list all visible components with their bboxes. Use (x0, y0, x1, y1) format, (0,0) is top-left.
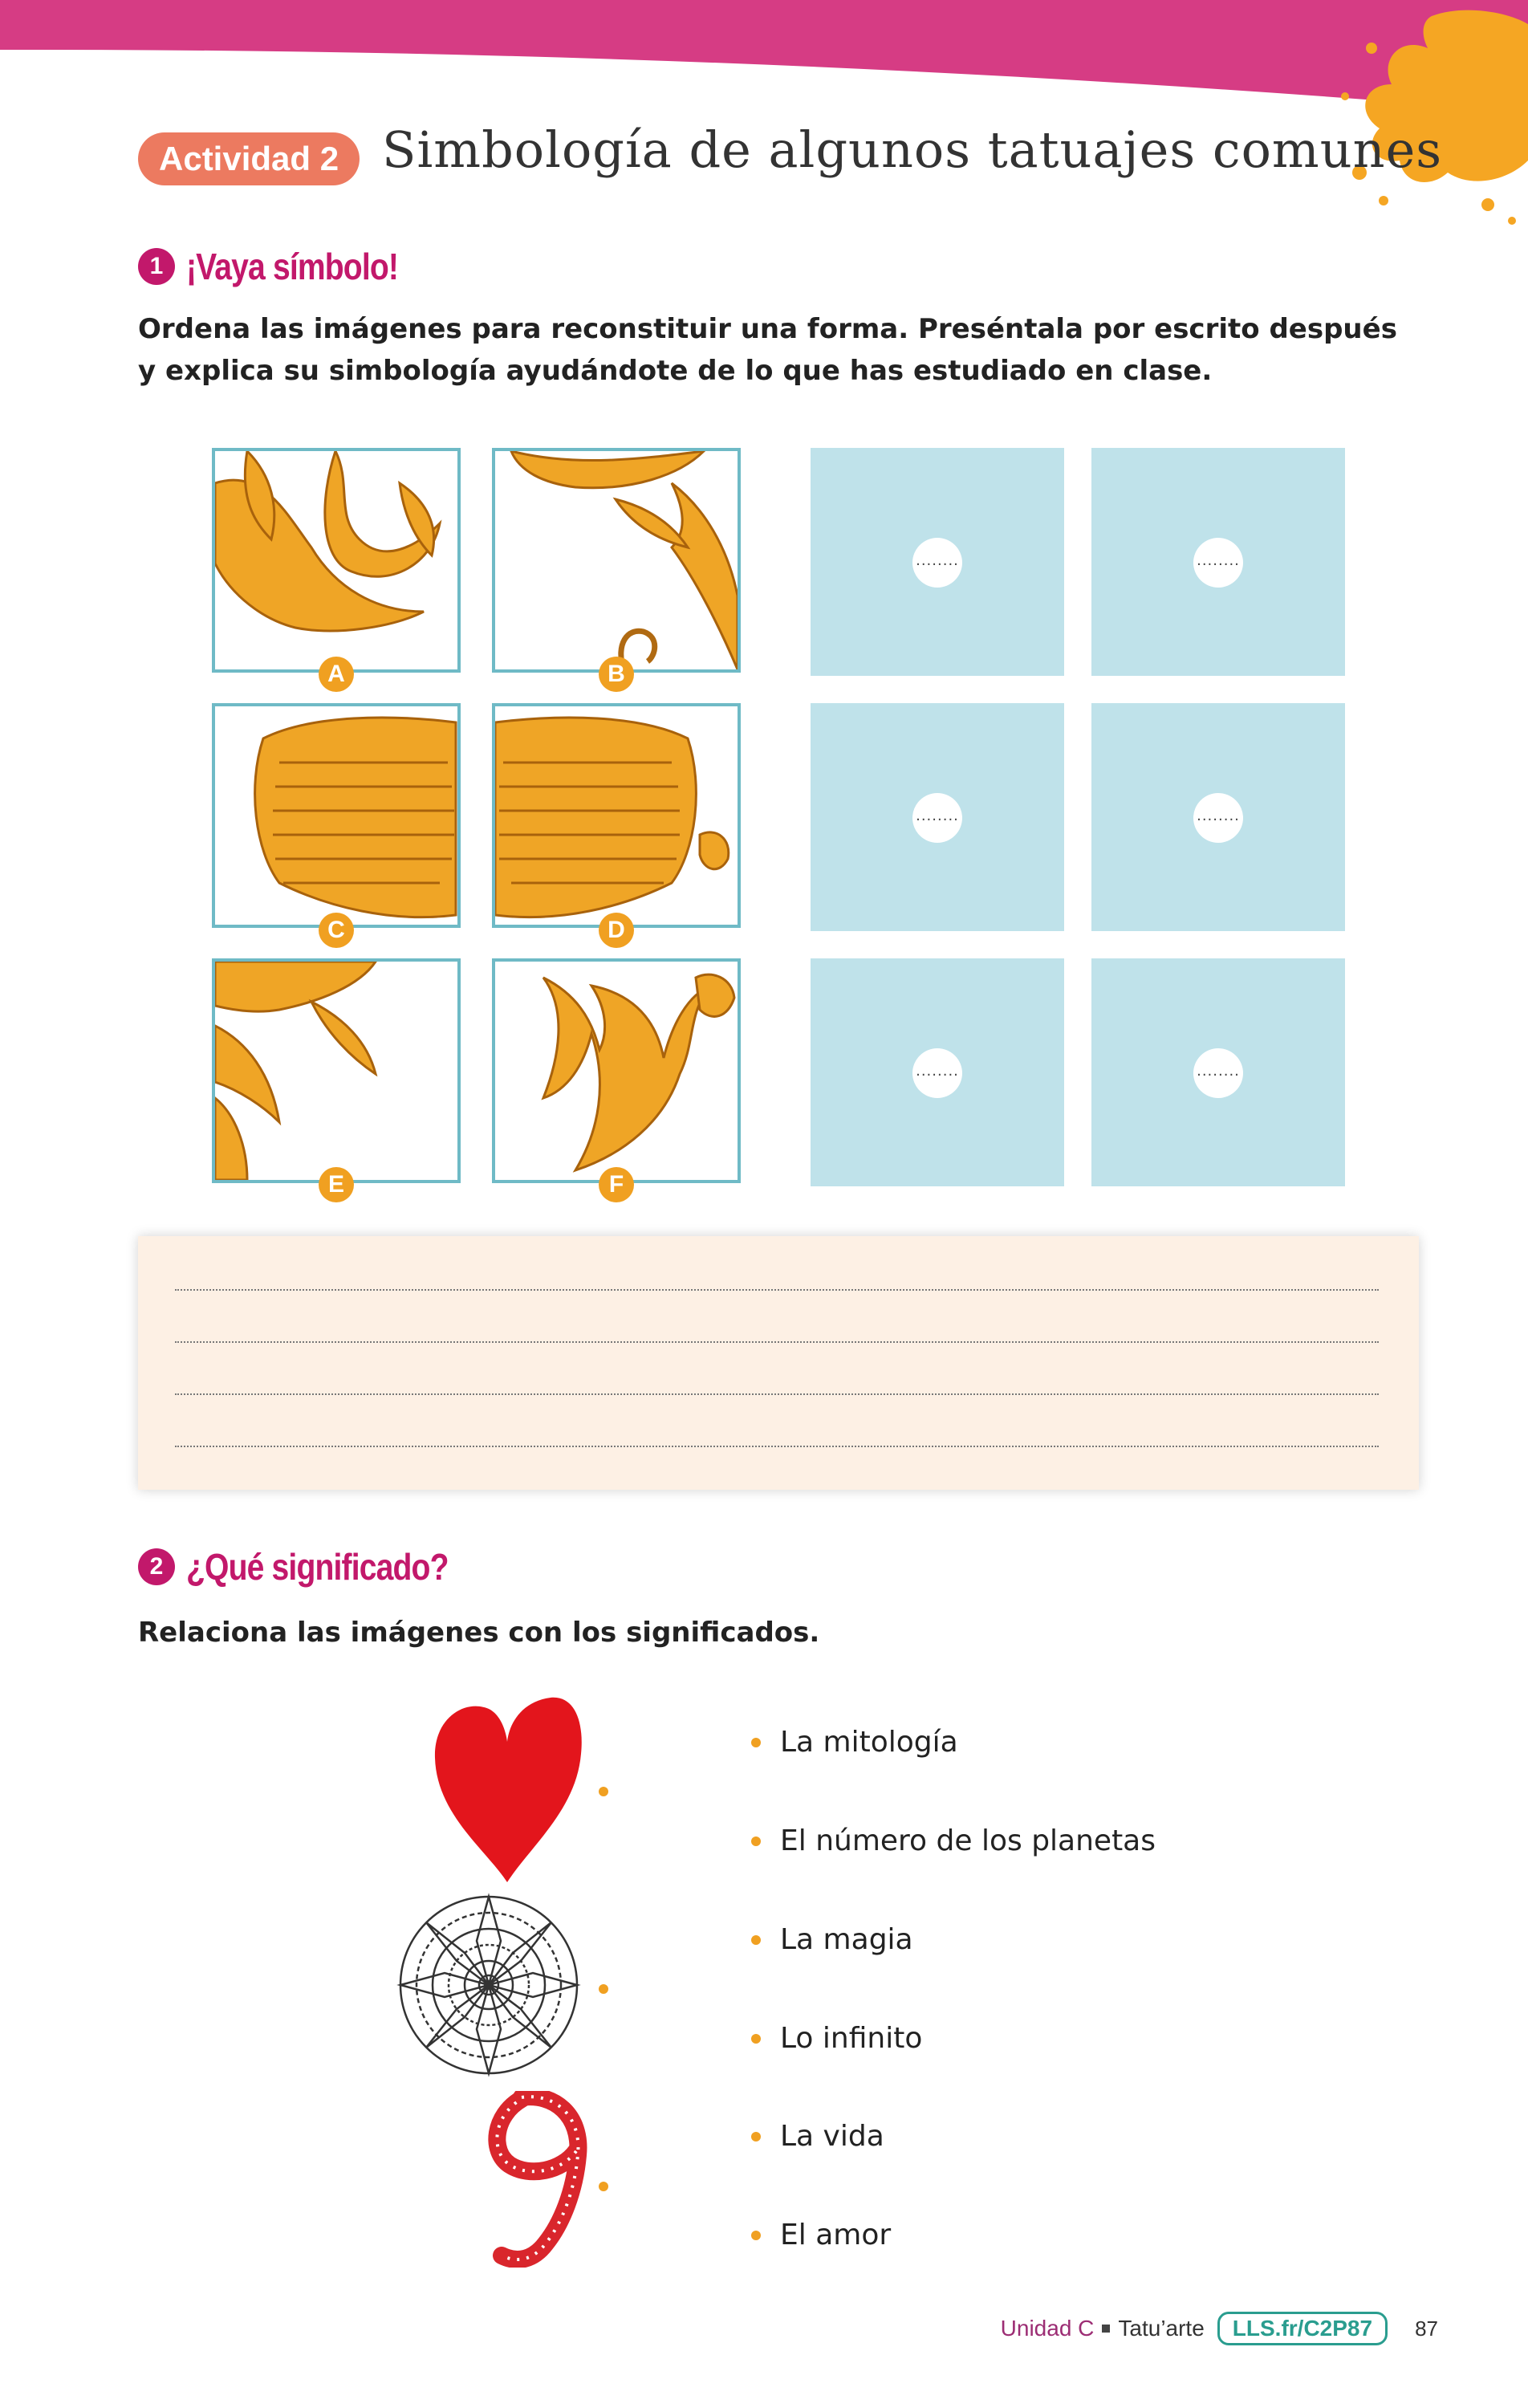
writing-line[interactable] (175, 1393, 1379, 1395)
meaning-item[interactable]: La mitología (751, 1726, 958, 1759)
meaning-text: La vida (780, 2120, 884, 2153)
writing-line[interactable] (175, 1341, 1379, 1343)
footer-separator (1102, 2325, 1111, 2333)
match-dot-mandala[interactable] (599, 1984, 608, 1994)
answer-field[interactable]: ........ (912, 538, 962, 588)
tile-letter-c: C (319, 913, 354, 948)
phoenix-feather-edge-icon (215, 962, 378, 1180)
answer-field[interactable]: ........ (1193, 538, 1243, 588)
section-1-title: ¡Vaya símbolo! (186, 246, 399, 287)
mandala-icon (396, 1893, 581, 2077)
answer-field[interactable]: ........ (912, 793, 962, 843)
match-dot[interactable] (751, 1737, 761, 1747)
footer-link[interactable]: LLS.fr/C2P87 (1217, 2312, 1388, 2345)
page-number: 87 (1415, 2316, 1438, 2341)
meaning-text: El número de los planetas (780, 1824, 1156, 1857)
meaning-item[interactable]: Lo infinito (751, 2022, 922, 2055)
answer-slot-1[interactable]: ........ (811, 448, 1064, 676)
section-1-number: 1 (138, 248, 175, 285)
meaning-item[interactable]: La vida (751, 2120, 884, 2153)
meaning-item[interactable]: El amor (751, 2219, 891, 2251)
match-dot-nine[interactable] (599, 2182, 608, 2191)
phoenix-wing-tip-icon (510, 451, 738, 669)
tile-letter-b: B (599, 657, 634, 692)
section-2-header: 2 ¿Qué significado? (138, 1545, 494, 1588)
tile-letter-f: F (599, 1167, 634, 1202)
answer-slot-6[interactable]: ........ (1091, 958, 1345, 1186)
tile-letter-d: D (599, 913, 634, 948)
answer-slot-3[interactable]: ........ (811, 703, 1064, 931)
page-footer: Unidad C Tatu’arte LLS.fr/C2P87 87 (1001, 2312, 1438, 2345)
writing-line[interactable] (175, 1289, 1379, 1291)
puzzle-tile-c[interactable] (212, 703, 461, 928)
meaning-item[interactable]: El número de los planetas (751, 1824, 1156, 1857)
answer-field[interactable]: ........ (1193, 1048, 1243, 1098)
section-2-number: 2 (138, 1548, 175, 1585)
tile-letter-a: A (319, 657, 354, 692)
answer-slot-4[interactable]: ........ (1091, 703, 1345, 931)
match-dot[interactable] (751, 2131, 761, 2142)
answer-field[interactable]: ........ (1193, 793, 1243, 843)
footer-subtitle: Tatu’arte (1118, 2316, 1205, 2341)
section-1-header: 1 ¡Vaya símbolo! (138, 245, 436, 288)
meaning-text: La magia (780, 1923, 913, 1956)
heart-icon (434, 1697, 582, 1882)
answer-field[interactable]: ........ (912, 1048, 962, 1098)
answer-slot-2[interactable]: ........ (1091, 448, 1345, 676)
phoenix-tail-feathers-icon (215, 451, 442, 633)
meaning-text: La mitología (780, 1726, 958, 1759)
match-dot[interactable] (751, 2230, 761, 2240)
section-2-instructions: Relaciona las imágenes con los significa… (138, 1617, 820, 1649)
match-dot[interactable] (751, 1934, 761, 1945)
phoenix-head-flames-icon (541, 973, 736, 1173)
writing-line[interactable] (175, 1446, 1379, 1447)
puzzle-tile-e[interactable] (212, 958, 461, 1183)
phoenix-right-wing-icon (495, 716, 730, 919)
puzzle-tile-a[interactable] (212, 448, 461, 673)
puzzle-tile-d[interactable] (492, 703, 741, 928)
writing-area[interactable] (138, 1236, 1419, 1490)
answer-slot-5[interactable]: ........ (811, 958, 1064, 1186)
meaning-text: El amor (780, 2219, 892, 2251)
meaning-text: Lo infinito (780, 2022, 923, 2055)
puzzle-tile-b[interactable] (492, 448, 741, 673)
activity-badge: Actividad 2 (138, 132, 360, 185)
match-dot[interactable] (751, 2033, 761, 2044)
puzzle-tile-f[interactable] (492, 958, 741, 1183)
match-dot-heart[interactable] (599, 1787, 608, 1796)
tile-letter-e: E (319, 1167, 354, 1202)
match-dot[interactable] (751, 1836, 761, 1846)
meaning-item[interactable]: La magia (751, 1923, 913, 1956)
number-nine-icon (488, 2091, 587, 2268)
footer-unit: Unidad C (1000, 2316, 1095, 2341)
phoenix-left-wing-icon (254, 716, 457, 919)
section-1-instructions: Ordena las imágenes para reconstituir un… (138, 313, 1397, 387)
activity-title: Simbología de algunos tatuajes comunes (382, 120, 1443, 179)
section-2-title: ¿Qué significado? (186, 1546, 449, 1588)
